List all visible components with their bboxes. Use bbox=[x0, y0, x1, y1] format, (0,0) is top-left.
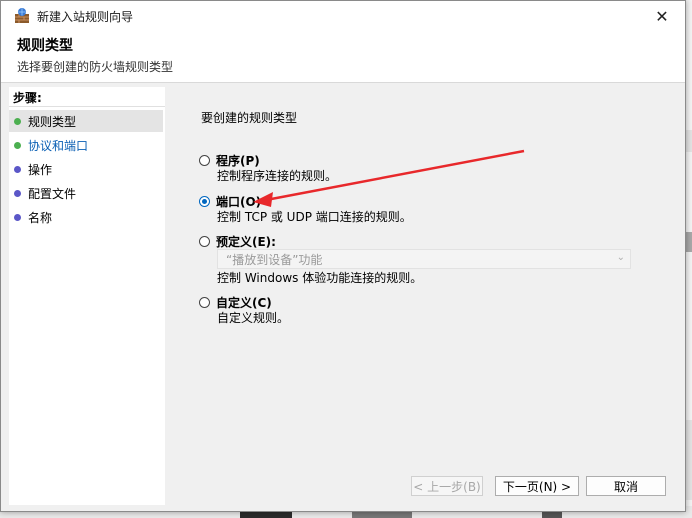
step-label: 协议和端口 bbox=[28, 138, 89, 153]
option-description: 自定义规则。 bbox=[217, 311, 290, 325]
option-predefined[interactable]: 预定义(E): bbox=[199, 233, 276, 250]
option-description: 控制 Windows 体验功能连接的规则。 bbox=[217, 271, 423, 285]
step-rule-type[interactable]: 规则类型 bbox=[9, 110, 163, 132]
radio-port[interactable] bbox=[199, 196, 210, 207]
step-status-icon bbox=[14, 189, 21, 197]
step-status-icon bbox=[14, 141, 21, 149]
close-button[interactable]: ✕ bbox=[639, 1, 685, 31]
step-status-icon bbox=[14, 165, 21, 173]
step-label: 配置文件 bbox=[28, 186, 77, 201]
predefined-select[interactable]: “播放到设备”功能 ⌄ bbox=[217, 249, 631, 269]
option-description: 控制程序连接的规则。 bbox=[217, 169, 338, 183]
close-icon: ✕ bbox=[655, 6, 669, 26]
steps-label: 步骤: bbox=[13, 91, 42, 105]
back-button[interactable]: < 上一步(B) bbox=[411, 476, 483, 496]
step-label: 名称 bbox=[28, 210, 53, 225]
firewall-icon bbox=[13, 7, 31, 25]
page-subtitle: 选择要创建的防火墙规则类型 bbox=[17, 60, 174, 74]
rule-type-prompt: 要创建的规则类型 bbox=[201, 111, 298, 125]
option-description: 控制 TCP 或 UDP 端口连接的规则。 bbox=[217, 210, 412, 224]
step-label: 操作 bbox=[28, 162, 53, 177]
step-action: 操作 bbox=[9, 158, 163, 180]
step-profile: 配置文件 bbox=[9, 182, 163, 204]
steps-sidebar: 步骤: 规则类型 协议和端口 操作 配置文件 名称 bbox=[9, 87, 165, 505]
step-status-icon bbox=[14, 213, 21, 221]
page-title: 规则类型 bbox=[17, 38, 73, 54]
step-protocol-ports[interactable]: 协议和端口 bbox=[9, 134, 163, 156]
option-label: 预定义(E): bbox=[216, 235, 276, 249]
window-title: 新建入站规则向导 bbox=[37, 9, 134, 24]
step-label: 规则类型 bbox=[28, 114, 77, 129]
radio-program[interactable] bbox=[199, 155, 210, 166]
wizard-window: 新建入站规则向导 ✕ 规则类型 选择要创建的防火墙规则类型 步骤: 规则类型 协… bbox=[0, 0, 686, 512]
radio-custom[interactable] bbox=[199, 297, 210, 308]
title-bar: 新建入站规则向导 ✕ bbox=[1, 1, 685, 31]
cancel-button[interactable]: 取消 bbox=[586, 476, 666, 496]
step-status-icon bbox=[14, 117, 21, 125]
radio-predefined[interactable] bbox=[199, 236, 210, 247]
next-button[interactable]: 下一页(N) > bbox=[495, 476, 579, 496]
steps-divider bbox=[9, 106, 165, 107]
chevron-down-icon: ⌄ bbox=[616, 252, 625, 263]
select-value: “播放到设备”功能 bbox=[226, 252, 323, 267]
wizard-content: 要创建的规则类型 程序(P) 控制程序连接的规则。 端口(O) 控制 TCP 或… bbox=[167, 87, 685, 511]
wizard-header: 规则类型 选择要创建的防火墙规则类型 bbox=[1, 31, 685, 83]
step-name: 名称 bbox=[9, 206, 163, 228]
